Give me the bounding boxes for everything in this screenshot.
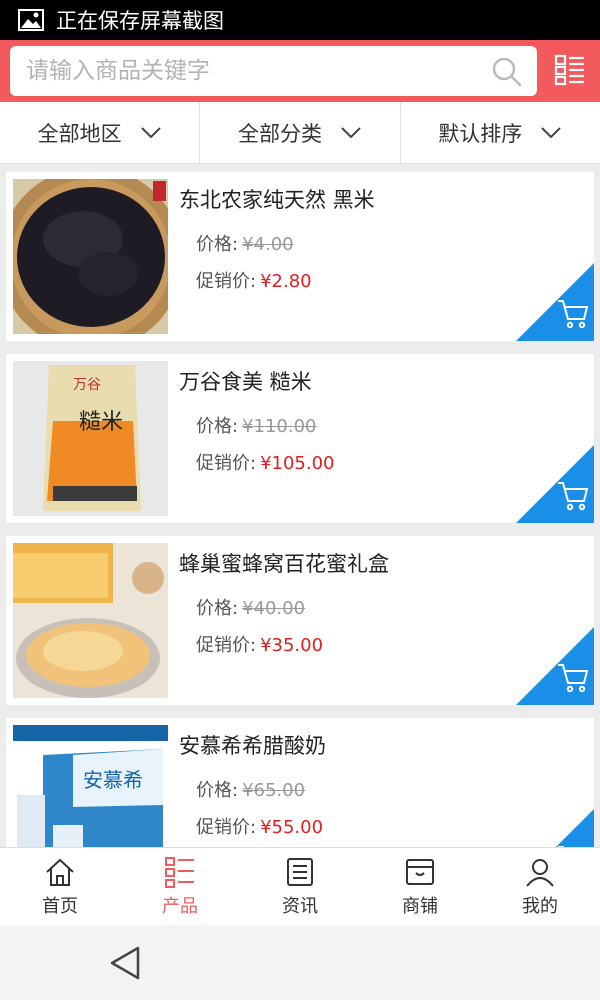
- product-title[interactable]: 东北农家纯天然 黑米: [179, 184, 375, 214]
- price-row: 价格: ¥4.00: [196, 230, 294, 256]
- nav-products[interactable]: 产品: [120, 848, 240, 925]
- back-triangle-icon[interactable]: [108, 945, 142, 981]
- original-price: ¥4.00: [242, 234, 294, 255]
- black-rice-photo[interactable]: [13, 179, 168, 334]
- nav-shop-label: 商铺: [402, 895, 438, 917]
- filter-bar: 全部地区 全部分类 默认排序: [0, 102, 600, 164]
- nav-home-label: 首页: [42, 895, 78, 917]
- original-price: ¥65.00: [242, 780, 306, 801]
- promo-price: ¥105.00: [260, 453, 335, 474]
- promo-label: 促销价:: [196, 635, 257, 656]
- chevron-down-icon: [140, 126, 161, 138]
- search-input[interactable]: [26, 58, 466, 84]
- product-title[interactable]: 蜂巢蜜蜂窝百花蜜礼盒: [179, 548, 389, 578]
- price-row: 价格: ¥110.00: [196, 412, 317, 438]
- price-label: 价格:: [196, 416, 239, 437]
- image-icon: [18, 9, 44, 31]
- nav-mine[interactable]: 我的: [480, 848, 600, 925]
- chevron-down-icon: [541, 126, 562, 138]
- nav-mine-label: 我的: [522, 895, 558, 917]
- yogurt-box-photo[interactable]: 安慕希: [13, 725, 168, 847]
- bag-text: 糙米: [79, 410, 123, 435]
- nav-shop[interactable]: 商铺: [360, 848, 480, 925]
- promo-price: ¥2.80: [260, 271, 312, 292]
- nav-news[interactable]: 资讯: [240, 848, 360, 925]
- shop-icon: [406, 858, 434, 885]
- product-card[interactable]: 万谷 糙米 万谷食美 糙米 价格: ¥110.00 促销价: ¥105.00: [6, 354, 594, 523]
- filter-category[interactable]: 全部分类: [200, 102, 401, 163]
- search-header: [0, 40, 600, 102]
- promo-row: 促销价: ¥2.80: [196, 267, 312, 293]
- product-card[interactable]: 东北农家纯天然 黑米 价格: ¥4.00 促销价: ¥2.80: [6, 172, 594, 341]
- filter-sort-label: 默认排序: [438, 121, 523, 146]
- list-icon: [165, 856, 194, 888]
- nav-products-label: 产品: [162, 895, 198, 917]
- cart-icon[interactable]: [516, 809, 594, 847]
- honeycomb-photo[interactable]: [13, 543, 168, 698]
- product-card[interactable]: 蜂巢蜜蜂窝百花蜜礼盒 价格: ¥40.00 促销价: ¥35.00: [6, 536, 594, 705]
- nav-home[interactable]: 首页: [0, 848, 120, 925]
- price-row: 价格: ¥40.00: [196, 594, 305, 620]
- original-price: ¥40.00: [242, 598, 306, 619]
- cart-icon[interactable]: [516, 627, 594, 705]
- promo-label: 促销价:: [196, 453, 257, 474]
- bottom-nav: 首页 产品 资讯 商铺 我的: [0, 847, 600, 925]
- promo-label: 促销价:: [196, 817, 257, 838]
- search-icon[interactable]: [491, 56, 523, 88]
- price-label: 价格:: [196, 598, 239, 619]
- nav-news-label: 资讯: [282, 895, 318, 917]
- promo-row: 促销价: ¥35.00: [196, 631, 323, 657]
- search-box[interactable]: [10, 46, 537, 96]
- news-icon: [287, 857, 313, 886]
- price-row: 价格: ¥65.00: [196, 776, 305, 802]
- cart-icon[interactable]: [516, 445, 594, 523]
- home-icon: [46, 858, 74, 886]
- product-title[interactable]: 安慕希希腊酸奶: [179, 730, 326, 760]
- product-list[interactable]: 东北农家纯天然 黑米 价格: ¥4.00 促销价: ¥2.80 万谷 糙米 万谷…: [0, 164, 600, 847]
- filter-sort[interactable]: 默认排序: [401, 102, 600, 163]
- status-text: 正在保存屏幕截图: [56, 9, 224, 33]
- original-price: ¥110.00: [242, 416, 317, 437]
- svg-text:万谷: 万谷: [73, 377, 101, 393]
- user-icon: [526, 858, 554, 887]
- status-bar: 正在保存屏幕截图: [0, 0, 600, 40]
- product-card[interactable]: 安慕希 安慕希希腊酸奶 价格: ¥65.00 促销价: ¥55.00: [6, 718, 594, 847]
- brown-rice-bag-photo[interactable]: 万谷 糙米: [13, 361, 168, 516]
- price-label: 价格:: [196, 780, 239, 801]
- promo-price: ¥55.00: [260, 817, 324, 838]
- promo-price: ¥35.00: [260, 635, 324, 656]
- filter-category-label: 全部分类: [237, 121, 322, 146]
- filter-region[interactable]: 全部地区: [0, 102, 201, 163]
- filter-region-label: 全部地区: [37, 121, 122, 146]
- system-nav-bar: [0, 925, 600, 1000]
- product-title[interactable]: 万谷食美 糙米: [179, 366, 312, 396]
- promo-label: 促销价:: [196, 271, 257, 292]
- grid-list-icon[interactable]: [554, 54, 586, 86]
- cart-icon[interactable]: [516, 263, 594, 341]
- box-text: 安慕希: [83, 768, 143, 792]
- chevron-down-icon: [341, 126, 361, 138]
- promo-row: 促销价: ¥105.00: [196, 449, 335, 475]
- price-label: 价格:: [196, 234, 239, 255]
- promo-row: 促销价: ¥55.00: [196, 813, 323, 839]
